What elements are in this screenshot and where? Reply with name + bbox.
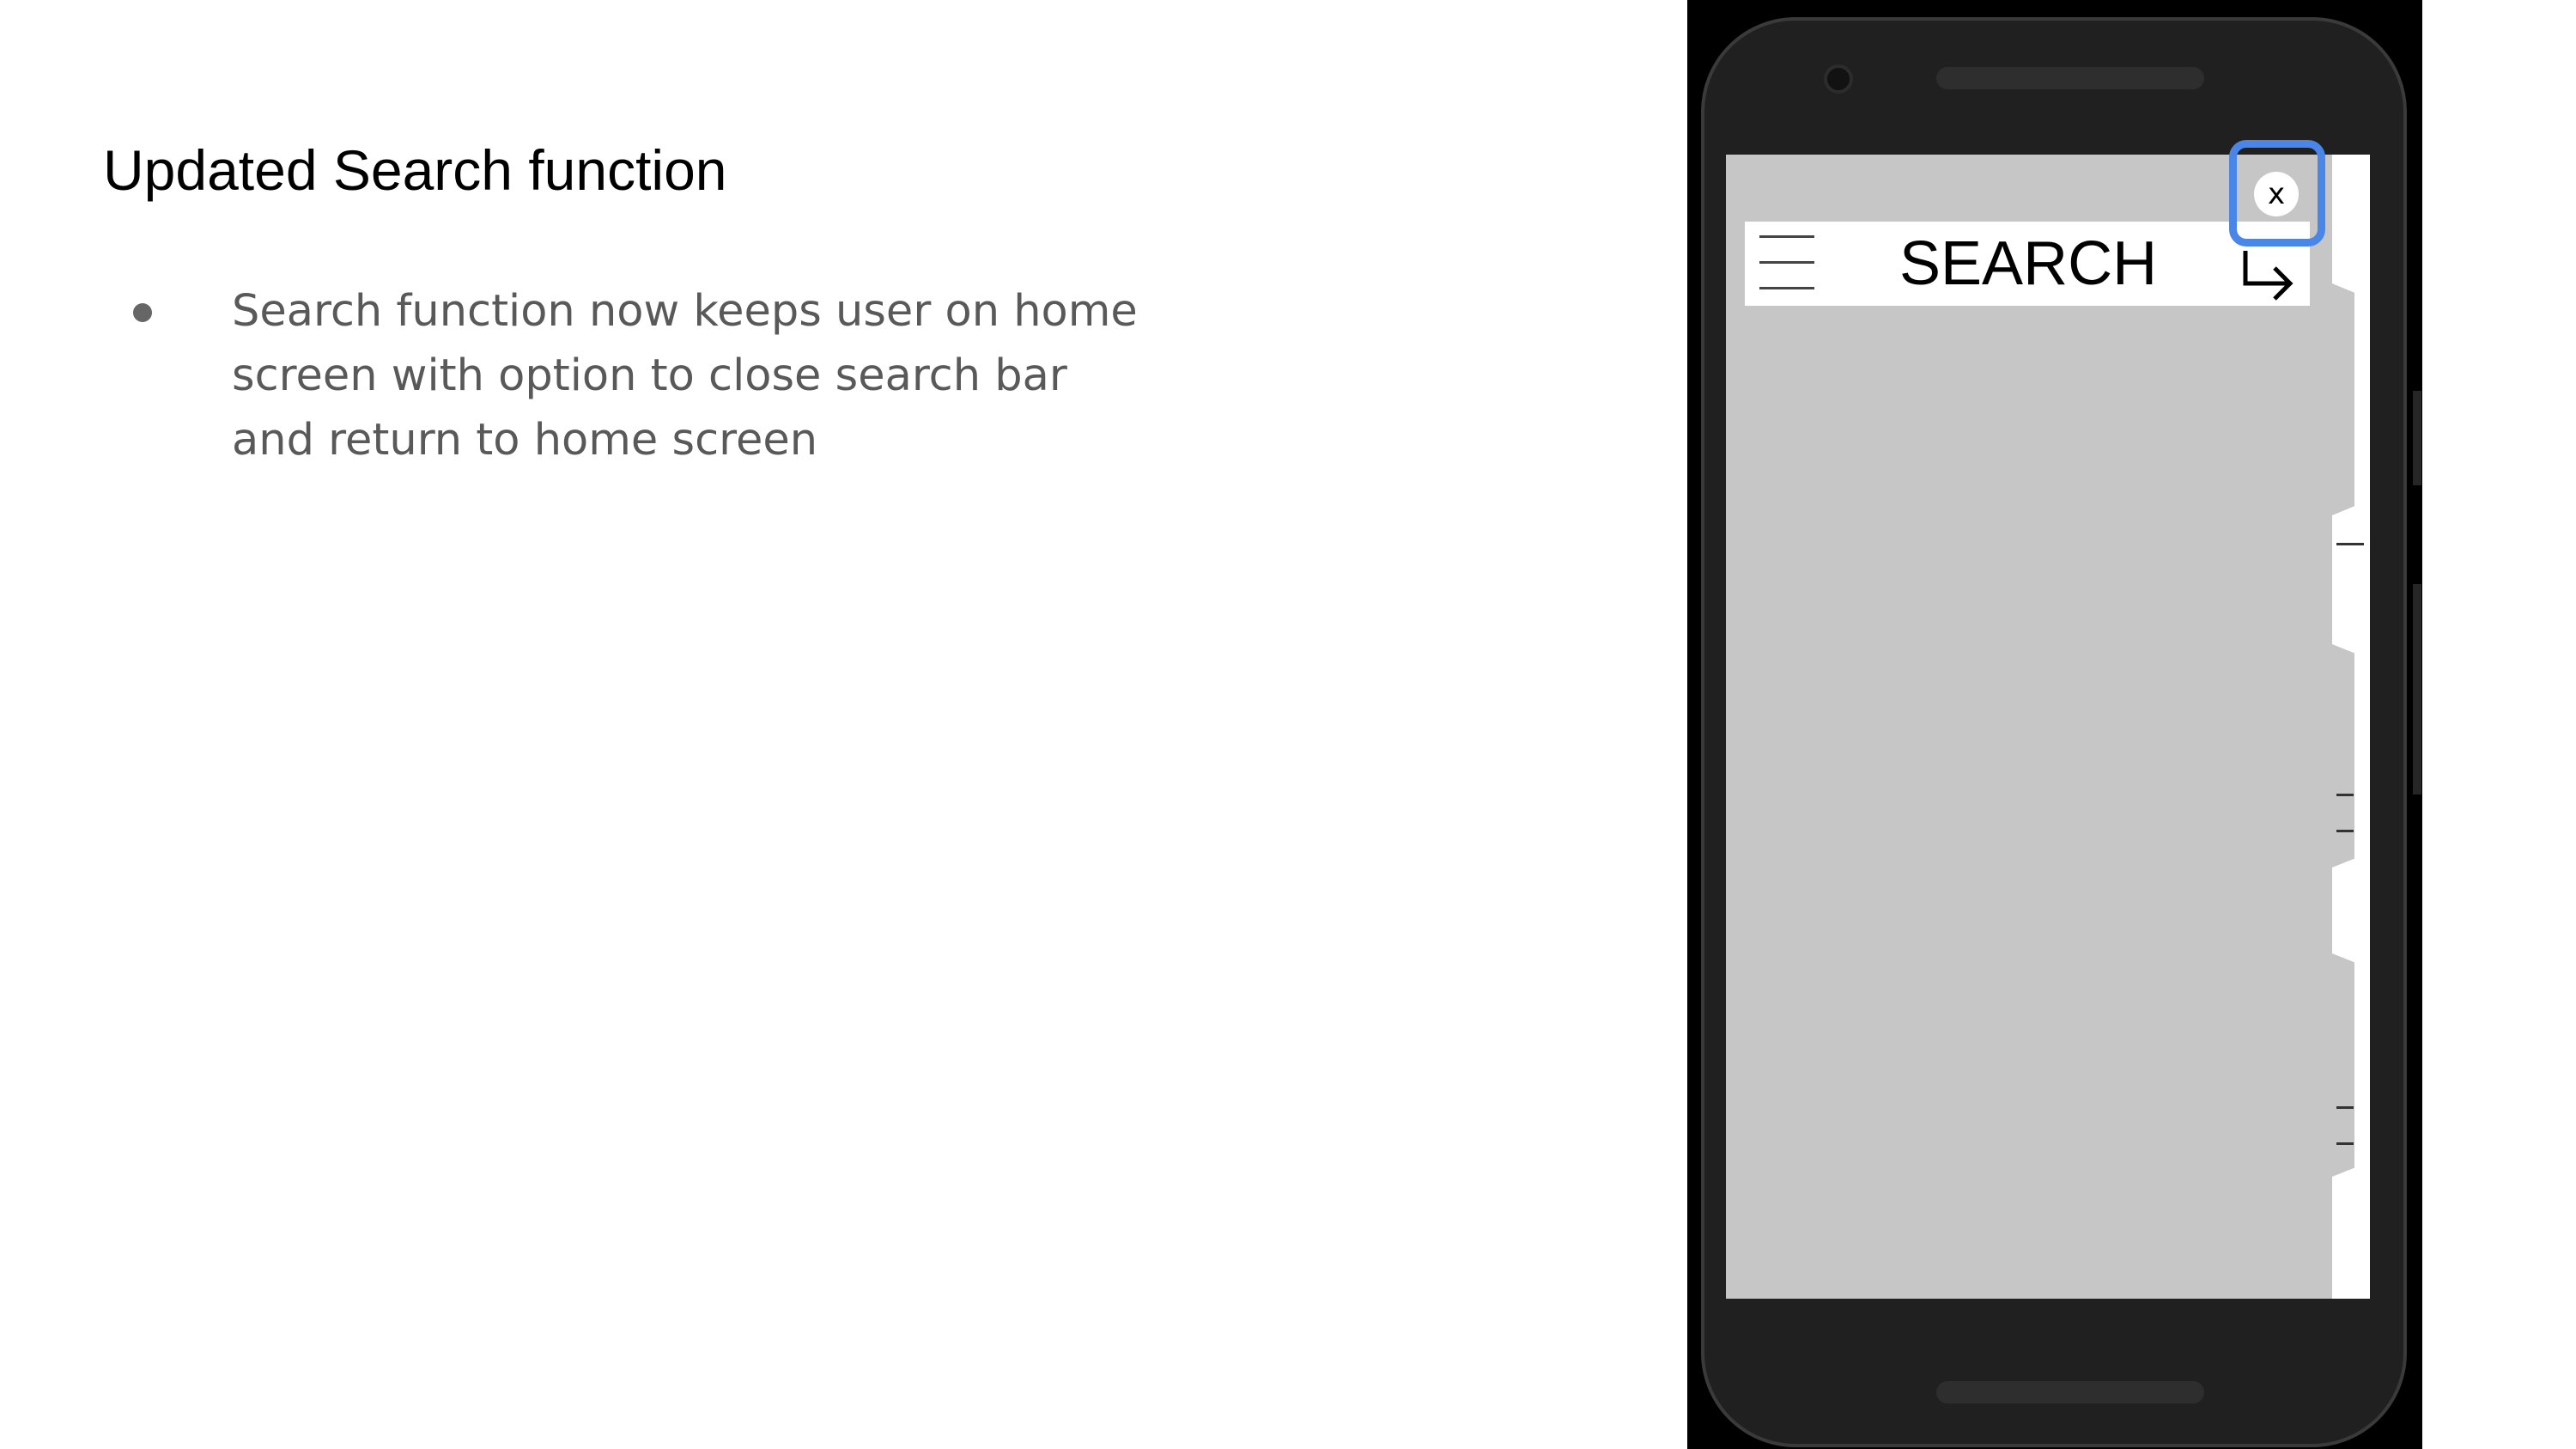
- edge-mark: [2336, 543, 2364, 545]
- phone-side-button: [2413, 584, 2421, 795]
- edge-mark: [2336, 1106, 2354, 1109]
- search-bar[interactable]: SEARCH: [1745, 222, 2310, 306]
- phone-screen: SEARCH: [1726, 155, 2370, 1299]
- edge-mark: [2336, 1142, 2354, 1145]
- bullet-text: Search function now keeps user on home s…: [232, 286, 1138, 466]
- camera-icon: [1824, 64, 1853, 94]
- hamburger-icon[interactable]: [1759, 234, 1814, 290]
- bullet-item: Search function now keeps user on home s…: [133, 279, 1138, 472]
- screen-edge-strip: [2332, 155, 2370, 1299]
- bullet-list: Search function now keeps user on home s…: [133, 279, 1138, 472]
- edge-tab: [2332, 644, 2354, 868]
- search-bar-label: SEARCH: [1899, 229, 2158, 298]
- bullet-dot: [133, 303, 152, 322]
- top-speaker: [1936, 67, 2204, 89]
- phone-side-button: [2413, 391, 2421, 485]
- edge-mark: [2336, 794, 2354, 796]
- edge-tab: [2332, 283, 2354, 515]
- slide-title: Updated Search function: [103, 138, 727, 202]
- edge-mark: [2336, 830, 2354, 832]
- close-button[interactable]: x: [2254, 172, 2299, 216]
- bottom-speaker: [1936, 1381, 2204, 1403]
- return-arrow-icon[interactable]: [2240, 247, 2297, 302]
